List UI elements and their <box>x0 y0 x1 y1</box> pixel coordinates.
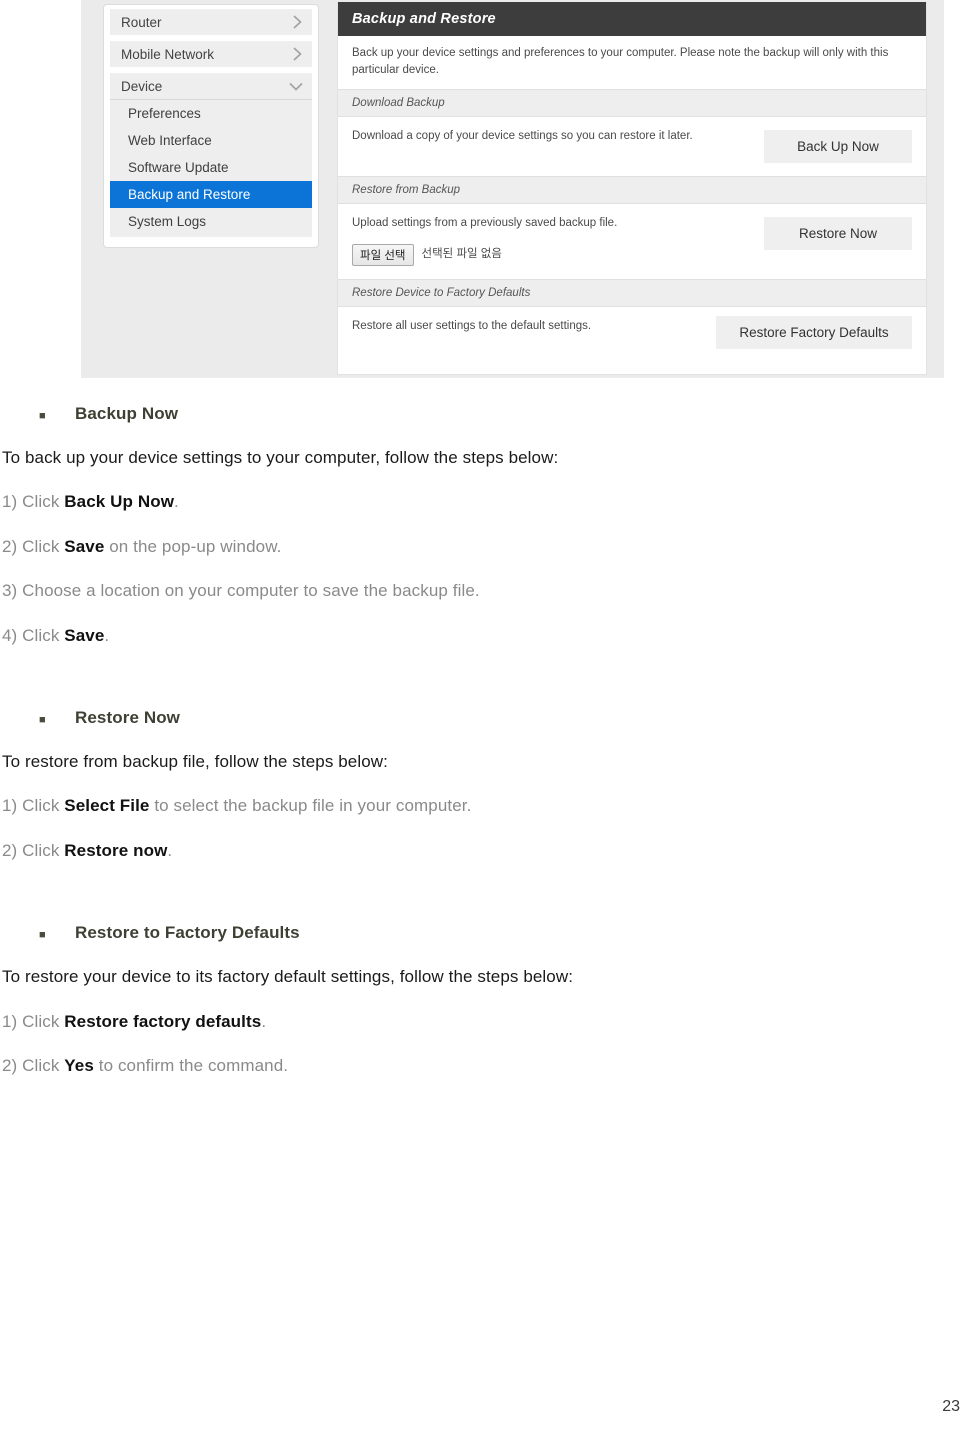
step-suffix: . <box>104 625 110 645</box>
step-emphasis: Yes <box>64 1055 94 1075</box>
section-description: Upload settings from a previously saved … <box>352 217 618 230</box>
panel-intro-text: Back up your device settings and prefere… <box>338 36 926 90</box>
heading-text: Restore to Factory Defaults <box>75 923 300 943</box>
chevron-down-icon <box>288 80 304 93</box>
square-bullet-icon: ■ <box>39 410 46 422</box>
sidebar-item-label: Router <box>121 14 162 30</box>
section-heading-restore-now: ■ Restore Now <box>0 682 974 728</box>
page-number: 23 <box>942 1398 960 1415</box>
section-download-backup: Download a copy of your device settings … <box>338 117 926 177</box>
chevron-right-icon <box>291 46 304 62</box>
intro-paragraph: To restore from backup file, follow the … <box>2 751 388 771</box>
backup-restore-panel: Backup and Restore Back up your device s… <box>337 2 927 375</box>
sidebar-item-label: Mobile Network <box>121 46 215 62</box>
intro-paragraph: To restore your device to its factory de… <box>2 967 574 987</box>
step-item: 4) Click Save. <box>0 602 974 646</box>
sidebar-item-web-interface[interactable]: Web Interface <box>110 127 312 154</box>
step-item: 3) Choose a location on your computer to… <box>0 557 974 601</box>
sidebar-item-label: Software Update <box>128 160 229 175</box>
document-body: ■ Backup Now To back up your device sett… <box>0 378 974 1076</box>
section-heading-factory-defaults: Restore Device to Factory Defaults <box>338 278 926 307</box>
sidebar-card: Router Mobile Network Device Preferences… <box>103 4 319 248</box>
sidebar-item-mobile-network[interactable]: Mobile Network <box>110 41 312 68</box>
sidebar-item-backup-and-restore[interactable]: Backup and Restore <box>110 181 312 208</box>
sidebar-submenu: Preferences Web Interface Software Updat… <box>110 100 312 237</box>
step-item: 1) Click Back Up Now. <box>0 468 974 512</box>
sidebar-item-system-logs[interactable]: System Logs <box>110 208 312 235</box>
sidebar-item-label: System Logs <box>128 214 207 229</box>
step-item: 2) Click Save on the pop-up window. <box>0 513 974 557</box>
restore-now-button[interactable]: Restore Now <box>764 217 912 251</box>
section-factory-defaults: Restore all user settings to the default… <box>338 306 926 362</box>
step-emphasis: Restore factory defaults <box>64 1011 262 1031</box>
sidebar-item-router[interactable]: Router <box>110 9 312 36</box>
embedded-screenshot: Router Mobile Network Device Preferences… <box>81 0 944 378</box>
step-prefix: 1) Click <box>2 492 65 512</box>
step-suffix: . <box>261 1011 267 1031</box>
step-suffix: on the pop-up window. <box>104 536 282 556</box>
step-prefix: 2) Click <box>2 536 65 556</box>
step-emphasis: Restore now <box>64 840 168 860</box>
step-emphasis: Save <box>64 536 105 556</box>
heading-text: Restore Now <box>75 707 181 727</box>
panel-bottom-spacer <box>338 361 926 374</box>
heading-text: Backup Now <box>75 404 179 423</box>
intro-paragraph: To back up your device settings to your … <box>2 448 559 467</box>
step-suffix: . <box>174 492 179 512</box>
file-chooser-row: 파일 선택 선택된 파일 없음 <box>352 243 754 266</box>
section-heading-restore-factory-defaults: ■ Restore to Factory Defaults <box>0 897 974 943</box>
step-prefix: 3) Choose a location on your computer to… <box>2 581 480 601</box>
section-heading-download-backup: Download Backup <box>338 89 926 118</box>
step-suffix: to select the backup file in your comput… <box>149 796 472 816</box>
chevron-right-icon <box>291 14 304 30</box>
panel-title: Backup and Restore <box>338 2 926 36</box>
sidebar-item-device[interactable]: Device <box>110 73 312 100</box>
content-column: Backup and Restore Back up your device s… <box>337 0 944 378</box>
sidebar-item-label: Backup and Restore <box>128 187 251 202</box>
sidebar-item-label: Device <box>121 78 163 94</box>
section-description-wrap: Upload settings from a previously saved … <box>352 215 764 266</box>
step-item: 1) Click Restore factory defaults. <box>0 988 974 1032</box>
sidebar-item-label: Preferences <box>128 106 201 121</box>
sidebar-item-label: Web Interface <box>128 133 212 148</box>
step-prefix: 2) Click <box>2 840 65 860</box>
restore-factory-defaults-button[interactable]: Restore Factory Defaults <box>716 315 912 349</box>
sidebar: Router Mobile Network Device Preferences… <box>81 0 337 378</box>
sidebar-item-preferences[interactable]: Preferences <box>110 100 312 127</box>
section-description: Restore all user settings to the default… <box>352 319 592 332</box>
section-description: Download a copy of your device settings … <box>352 130 693 143</box>
sidebar-item-software-update[interactable]: Software Update <box>110 154 312 181</box>
back-up-now-button[interactable]: Back Up Now <box>764 130 912 164</box>
step-emphasis: Save <box>64 625 105 645</box>
section-restore-from-backup: Upload settings from a previously saved … <box>338 204 926 279</box>
step-item: 2) Click Restore now. <box>0 817 974 861</box>
step-prefix: 2) Click <box>2 1055 65 1075</box>
step-suffix: . <box>167 840 173 860</box>
section-heading-backup-now: ■ Backup Now <box>0 378 974 424</box>
step-item: 1) Click Select File to select the backu… <box>0 772 974 816</box>
square-bullet-icon: ■ <box>39 713 46 726</box>
step-suffix: to confirm the command. <box>93 1055 289 1075</box>
step-prefix: 1) Click <box>2 796 65 816</box>
section-heading-restore-from-backup: Restore from Backup <box>338 176 926 205</box>
step-emphasis: Back Up Now <box>64 492 175 512</box>
selected-file-status: 선택된 파일 없음 <box>421 247 502 260</box>
step-item: 2) Click Yes to confirm the command. <box>0 1032 974 1076</box>
step-prefix: 4) Click <box>2 625 65 645</box>
select-file-button[interactable]: 파일 선택 <box>352 243 414 266</box>
step-emphasis: Select File <box>64 796 150 816</box>
step-prefix: 1) Click <box>2 1011 65 1031</box>
square-bullet-icon: ■ <box>39 929 46 942</box>
